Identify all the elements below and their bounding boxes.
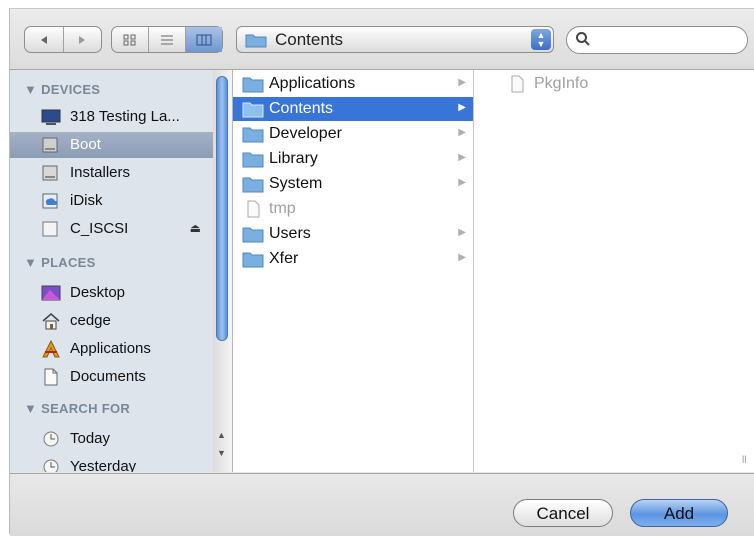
list-item-library[interactable]: Library ▶: [233, 147, 473, 171]
sidebar-item-yesterday[interactable]: Yesterday: [10, 454, 213, 472]
applications-icon: [41, 339, 61, 358]
home-icon: [41, 312, 61, 330]
sidebar-item-installers[interactable]: Installers: [10, 160, 213, 186]
browser-column-2: PkgInfo ll: [474, 70, 754, 472]
harddisk-icon: [41, 164, 61, 182]
sidebar-item-today[interactable]: Today: [10, 426, 213, 452]
disclosure-arrow-icon: ▶: [458, 77, 466, 88]
sidebar-item-cedge[interactable]: cedge: [10, 308, 213, 334]
list-item-applications[interactable]: Applications ▶: [233, 72, 473, 96]
clock-icon: [41, 458, 61, 472]
folder-icon: [242, 75, 264, 98]
disclosure-arrow-icon: ▶: [458, 227, 466, 238]
browser-column-1: Applications ▶ Contents ▶ Developer ▶ Li…: [233, 70, 485, 472]
search-input[interactable]: [595, 30, 739, 50]
eject-icon[interactable]: ⏏: [190, 221, 201, 235]
sidebar-item-boot[interactable]: Boot: [10, 132, 213, 158]
file-icon: [242, 200, 264, 223]
view-mode-segment: [111, 26, 223, 53]
computer-icon: [41, 108, 61, 126]
sidebar-item-c-iscsi[interactable]: C_ISCSI ⏏: [10, 216, 213, 242]
list-item-developer[interactable]: Developer ▶: [233, 122, 473, 146]
toolbar: Contents ▲ ▼: [10, 9, 754, 70]
folder-icon: [242, 100, 264, 123]
documents-icon: [41, 368, 61, 386]
file-icon: [506, 75, 528, 98]
list-item-users[interactable]: Users ▶: [233, 222, 473, 246]
disclosure-arrow-icon: ▶: [458, 252, 466, 263]
folder-icon: [242, 225, 264, 248]
scrollbar-thumb[interactable]: [216, 76, 228, 341]
list-item-pkginfo[interactable]: PkgInfo: [474, 72, 754, 96]
search-field[interactable]: [566, 26, 748, 54]
forward-button[interactable]: [62, 27, 102, 52]
column-view-icon: [196, 34, 212, 45]
sidebar-scrollbar[interactable]: ▲ ▼: [213, 70, 233, 472]
add-button[interactable]: Add: [630, 499, 728, 527]
scroll-up-icon[interactable]: ▲: [217, 430, 226, 440]
sidebar-item-documents[interactable]: Documents: [10, 364, 213, 390]
icon-view-button[interactable]: [112, 27, 148, 52]
icon-view-icon: [123, 34, 136, 45]
folder-icon: [242, 150, 264, 173]
disclosure-arrow-icon: ▶: [458, 102, 466, 113]
folder-icon: [242, 125, 264, 148]
popup-arrows-icon: ▲ ▼: [531, 29, 551, 50]
back-arrow-icon: [40, 35, 47, 44]
disclosure-arrow-icon: ▶: [458, 152, 466, 163]
harddisk-icon: [41, 136, 61, 154]
sidebar-item-idisk[interactable]: iDisk: [10, 188, 213, 214]
idisk-icon: [41, 192, 61, 210]
folder-icon: [245, 32, 267, 53]
location-popup-label: Contents: [275, 30, 344, 49]
sidebar-item-applications[interactable]: Applications: [10, 336, 213, 362]
search-section-header[interactable]: ▼ SEARCH FOR: [24, 401, 130, 416]
clock-icon: [41, 430, 61, 448]
sidebar: ▼ DEVICES 318 Testing La... Boot Install…: [10, 70, 214, 472]
devices-section-header[interactable]: ▼ DEVICES: [24, 82, 100, 97]
location-popup[interactable]: Contents ▲ ▼: [236, 26, 554, 53]
list-view-button[interactable]: [148, 27, 185, 52]
desktop-icon: [41, 284, 61, 302]
list-item-contents[interactable]: Contents ▶: [233, 97, 473, 121]
list-item-xfer[interactable]: Xfer ▶: [233, 247, 473, 271]
sidebar-item-testing[interactable]: 318 Testing La...: [10, 104, 213, 130]
back-button[interactable]: [25, 27, 63, 52]
folder-icon: [242, 250, 264, 273]
button-bar: Cancel Add: [10, 473, 754, 536]
drive-icon: [41, 220, 61, 238]
scroll-down-icon[interactable]: ▼: [217, 448, 226, 458]
sidebar-item-desktop[interactable]: Desktop: [10, 280, 213, 306]
places-section-header[interactable]: ▼ PLACES: [24, 255, 96, 270]
search-icon: [575, 31, 591, 52]
open-dialog: Contents ▲ ▼ ▼ DEVICES 318 Testing La... …: [9, 8, 754, 536]
cancel-button[interactable]: Cancel: [513, 499, 613, 527]
column-view-button[interactable]: [185, 27, 222, 52]
list-view-icon: [161, 35, 173, 44]
nav-segment: [24, 26, 102, 53]
column-resize-grip[interactable]: ll: [742, 455, 746, 466]
list-item-system[interactable]: System ▶: [233, 172, 473, 196]
disclosure-arrow-icon: ▶: [458, 127, 466, 138]
forward-arrow-icon: [79, 35, 86, 44]
disclosure-arrow-icon: ▶: [458, 177, 466, 188]
list-item-tmp[interactable]: tmp: [233, 197, 473, 221]
folder-icon: [242, 175, 264, 198]
